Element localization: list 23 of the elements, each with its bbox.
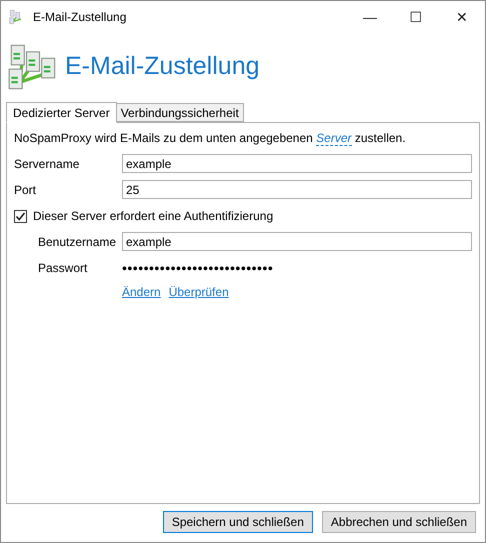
link[interactable]: Ändern	[122, 283, 161, 301]
input-field[interactable]: example	[122, 232, 472, 251]
dialog-button[interactable]: Abbrechen und schließen	[322, 511, 476, 533]
intro-text: NoSpamProxy wird E-Mails zu dem unten angegebenen Server zustellen.	[14, 130, 407, 147]
link[interactable]: Überprüfen	[168, 283, 229, 301]
window-title: E-Mail-Zustellung	[33, 9, 126, 26]
tab[interactable]: Dedizierter Server	[6, 102, 117, 123]
maximize-button[interactable]: ☐	[393, 1, 439, 33]
close-button[interactable]: ✕	[439, 1, 485, 33]
input-field[interactable]: example	[122, 154, 472, 173]
field-label: Passwort	[38, 260, 88, 277]
field-label: Port	[14, 182, 38, 198]
tab[interactable]: Verbindungssicherheit	[116, 103, 244, 122]
field-label: Benutzername	[38, 234, 118, 250]
input-field[interactable]: 25	[122, 180, 472, 199]
checkbox[interactable]	[14, 210, 27, 222]
password-value: ••••••••••••••••••••••••••••	[122, 261, 274, 275]
minimize-button[interactable]: —	[347, 1, 393, 33]
server-link[interactable]: Server	[316, 131, 352, 146]
dialog-button[interactable]: Speichern und schließen	[162, 511, 313, 533]
field-label: Servername	[14, 156, 80, 172]
checkbox-label: Dieser Server erfordert eine Authentifizierung	[33, 208, 274, 225]
header-title: E-Mail-Zustellung	[65, 51, 260, 82]
